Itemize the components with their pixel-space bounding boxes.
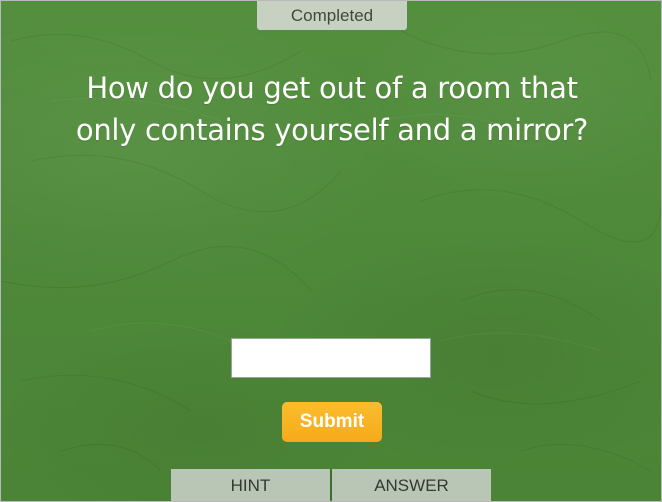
question-text: How do you get out of a room that only c… xyxy=(41,67,623,151)
game-screen: Completed How do you get out of a room t… xyxy=(0,0,662,502)
answer-tab[interactable]: ANSWER xyxy=(330,469,491,501)
bottom-tabs: HINT ANSWER xyxy=(171,469,491,501)
hint-tab[interactable]: HINT xyxy=(171,469,330,501)
question-line-2: only contains yourself and a mirror? xyxy=(75,113,589,147)
status-completed-tab: Completed xyxy=(257,1,407,30)
submit-button[interactable]: Submit xyxy=(282,402,382,442)
answer-input[interactable] xyxy=(231,338,431,378)
question-line-1: How do you get out of a room that xyxy=(86,71,578,105)
